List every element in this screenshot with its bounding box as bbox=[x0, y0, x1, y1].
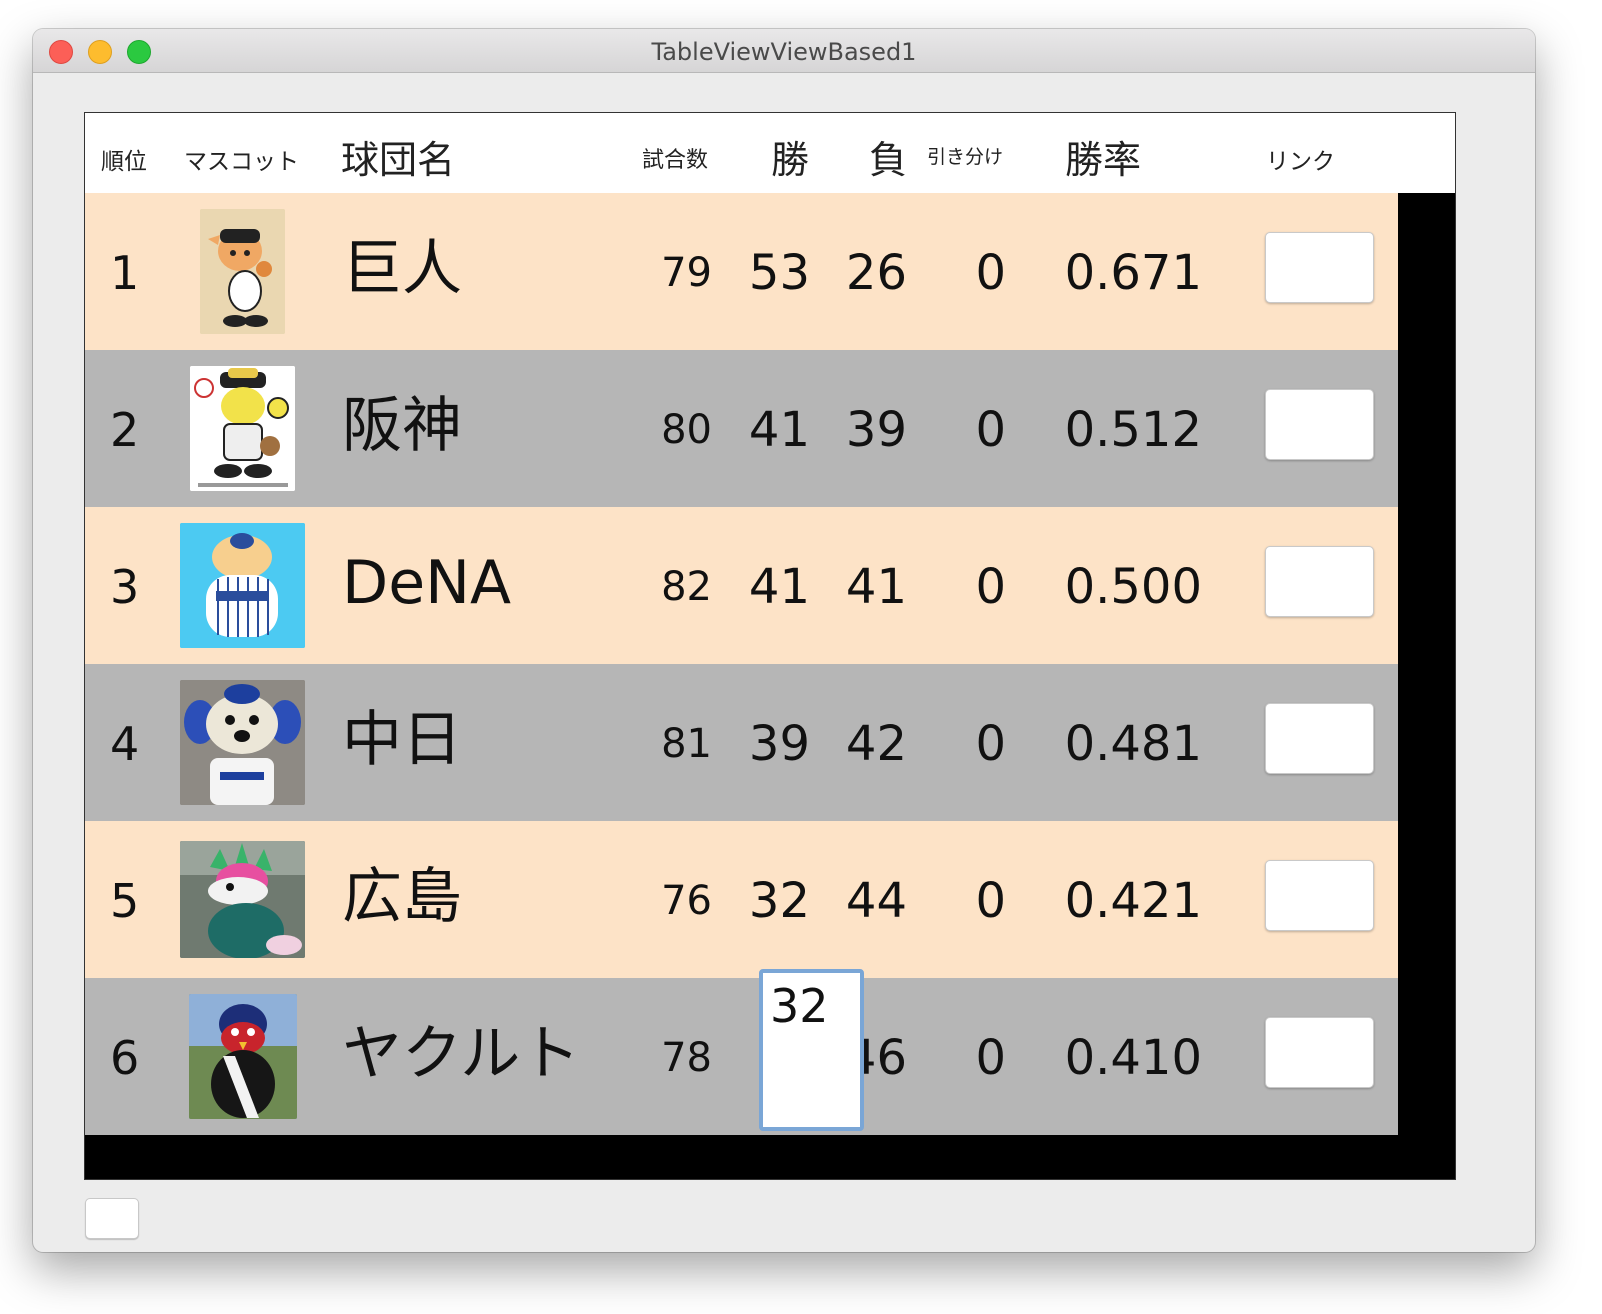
team-name-cell: 中日 bbox=[342, 705, 462, 775]
standings-table[interactable]: 順位 マスコット 球団名 試合数 勝 負 引き分け 勝率 リンク 1 巨人 79… bbox=[84, 112, 1456, 1180]
draws-cell: 0 bbox=[975, 873, 1006, 929]
link-button[interactable] bbox=[1265, 546, 1374, 617]
team-name-cell: 巨人 bbox=[342, 234, 462, 304]
link-button[interactable] bbox=[1265, 860, 1374, 931]
header-draws[interactable]: 引き分け bbox=[927, 142, 1003, 169]
wins-cell[interactable]: 39 bbox=[730, 720, 810, 768]
link-button[interactable] bbox=[1265, 389, 1374, 460]
tigers-mascot-icon bbox=[190, 366, 295, 491]
header-team[interactable]: 球団名 bbox=[341, 129, 455, 184]
draws-cell: 0 bbox=[975, 716, 1006, 772]
losses-cell: 44 bbox=[845, 873, 907, 929]
carp-mascot-icon bbox=[180, 841, 305, 958]
draws-cell: 0 bbox=[975, 245, 1006, 301]
games-cell: 82 bbox=[661, 564, 712, 610]
table-row[interactable]: 1 巨人 79 53 26 0 0.671 bbox=[85, 193, 1398, 350]
win-pct-cell: 0.410 bbox=[1064, 1030, 1202, 1086]
draws-cell: 0 bbox=[975, 559, 1006, 615]
wins-cell[interactable]: 41 bbox=[730, 563, 810, 611]
app-window: TableViewViewBased1 順位 マスコット 球団名 試合数 勝 負… bbox=[33, 29, 1535, 1252]
table-row[interactable]: 2 阪神 80 41 39 0 0.512 bbox=[85, 350, 1398, 507]
swallows-mascot-icon bbox=[189, 994, 297, 1119]
losses-cell: 39 bbox=[845, 402, 907, 458]
win-pct-cell: 0.500 bbox=[1064, 559, 1202, 615]
games-cell: 80 bbox=[661, 407, 712, 453]
team-name-cell: 阪神 bbox=[342, 391, 462, 461]
header-rank[interactable]: 順位 bbox=[101, 142, 147, 176]
losses-cell: 42 bbox=[845, 716, 907, 772]
rank-cell: 4 bbox=[110, 717, 140, 771]
games-cell: 76 bbox=[661, 878, 712, 924]
header-losses[interactable]: 負 bbox=[869, 129, 907, 184]
table-row[interactable]: 3 DeNA 82 41 41 0 0.500 bbox=[85, 507, 1398, 664]
draws-cell: 0 bbox=[975, 402, 1006, 458]
title-bar[interactable]: TableViewViewBased1 bbox=[33, 29, 1535, 73]
win-pct-cell: 0.421 bbox=[1064, 873, 1202, 929]
rank-cell: 2 bbox=[110, 403, 140, 457]
games-cell: 78 bbox=[661, 1035, 712, 1081]
wins-edit-value: 32 bbox=[770, 979, 829, 1033]
rank-cell: 5 bbox=[110, 874, 140, 928]
table-row[interactable]: 6 ヤクルト 78 46 0 0.410 bbox=[85, 978, 1398, 1135]
team-name-cell: 広島 bbox=[342, 862, 462, 932]
team-name-cell: DeNA bbox=[342, 548, 512, 618]
games-cell: 81 bbox=[661, 721, 712, 767]
header-games[interactable]: 試合数 bbox=[642, 142, 708, 174]
header-wins[interactable]: 勝 bbox=[771, 129, 809, 184]
header-link[interactable]: リンク bbox=[1266, 142, 1335, 176]
win-pct-cell: 0.481 bbox=[1064, 716, 1202, 772]
table-header: 順位 マスコット 球団名 試合数 勝 負 引き分け 勝率 リンク bbox=[85, 113, 1455, 193]
giants-mascot-icon bbox=[200, 209, 285, 334]
losses-cell: 41 bbox=[845, 559, 907, 615]
window-title: TableViewViewBased1 bbox=[651, 38, 917, 66]
bottom-button[interactable] bbox=[85, 1198, 139, 1239]
table-row[interactable]: 4 中日 81 39 42 0 0.481 bbox=[85, 664, 1398, 821]
dragons-mascot-icon bbox=[180, 680, 305, 805]
link-button[interactable] bbox=[1265, 703, 1374, 774]
wins-cell[interactable]: 32 bbox=[730, 877, 810, 925]
header-mascot[interactable]: マスコット bbox=[184, 142, 299, 176]
wins-edit-field[interactable]: 32 bbox=[759, 969, 864, 1131]
link-button[interactable] bbox=[1265, 232, 1374, 303]
header-win-pct[interactable]: 勝率 bbox=[1065, 129, 1141, 184]
table-row[interactable]: 5 広島 76 32 44 0 0.421 bbox=[85, 821, 1398, 978]
rank-cell: 3 bbox=[110, 560, 140, 614]
losses-cell: 26 bbox=[845, 245, 907, 301]
win-pct-cell: 0.671 bbox=[1064, 245, 1202, 301]
rank-cell: 1 bbox=[110, 246, 140, 300]
link-button[interactable] bbox=[1265, 1017, 1374, 1088]
rank-cell: 6 bbox=[110, 1031, 140, 1085]
team-name-cell: ヤクルト bbox=[342, 1019, 581, 1089]
games-cell: 79 bbox=[661, 250, 712, 296]
draws-cell: 0 bbox=[975, 1030, 1006, 1086]
win-pct-cell: 0.512 bbox=[1064, 402, 1202, 458]
baystars-mascot-icon bbox=[180, 523, 305, 648]
wins-cell[interactable]: 53 bbox=[730, 249, 810, 297]
wins-cell[interactable]: 41 bbox=[730, 406, 810, 454]
